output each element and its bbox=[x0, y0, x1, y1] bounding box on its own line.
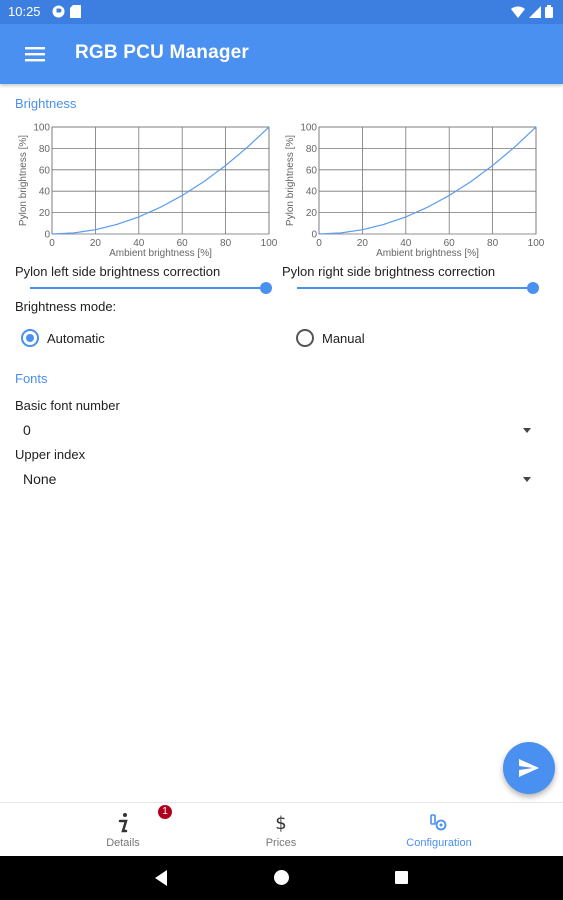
chevron-down-icon bbox=[523, 428, 531, 433]
y-tick-label: 100 bbox=[33, 123, 50, 134]
basic-font-label: Basic font number bbox=[15, 398, 120, 413]
upper-index-label: Upper index bbox=[15, 447, 86, 462]
radio-automatic-label: Automatic bbox=[47, 330, 105, 346]
y-tick-label: 0 bbox=[311, 230, 317, 241]
radio-automatic-circle[interactable] bbox=[21, 329, 39, 347]
app-title: RGB PCU Manager bbox=[75, 42, 250, 63]
right-slider-track bbox=[297, 287, 534, 289]
battery-icon bbox=[545, 5, 553, 18]
home-icon[interactable] bbox=[274, 870, 289, 885]
x-tick-label: 20 bbox=[357, 238, 369, 249]
details-badge: 1 bbox=[158, 805, 172, 819]
info-icon bbox=[118, 813, 128, 833]
right-correction-label: Pylon right side brightness correction bbox=[282, 264, 496, 279]
right-slider-thumb[interactable] bbox=[527, 282, 539, 294]
dollar-icon: $ bbox=[275, 813, 286, 833]
chevron-down-icon bbox=[523, 477, 531, 482]
send-icon bbox=[519, 759, 539, 777]
plot-frame bbox=[318, 126, 537, 235]
signal-icon bbox=[529, 5, 541, 18]
y-tick-label: 20 bbox=[39, 208, 51, 219]
system-navigation-bar bbox=[0, 856, 563, 900]
bottom-navigation: 1 Details $ Prices Configuration bbox=[0, 802, 563, 856]
radio-manual[interactable]: Manual bbox=[296, 327, 365, 349]
y-axis-label: Pylon brightness [%] bbox=[18, 135, 29, 226]
left-slider-track bbox=[30, 287, 267, 289]
x-tick-label: 80 bbox=[220, 238, 232, 249]
left-correction-label: Pylon left side brightness correction bbox=[15, 264, 221, 279]
left-correction-slider[interactable] bbox=[30, 281, 272, 295]
x-tick-label: 0 bbox=[316, 238, 322, 249]
sd-card-icon bbox=[70, 5, 81, 18]
x-axis-label: Ambient brightness [%] bbox=[109, 248, 212, 259]
y-tick-label: 80 bbox=[39, 144, 51, 155]
y-tick-label: 40 bbox=[306, 187, 318, 198]
x-tick-label: 100 bbox=[528, 238, 545, 249]
send-button[interactable] bbox=[503, 742, 555, 794]
x-tick-label: 80 bbox=[487, 238, 499, 249]
app-bar: RGB PCU Manager bbox=[0, 24, 563, 84]
radio-manual-circle[interactable] bbox=[296, 329, 314, 347]
nav-label-configuration: Configuration bbox=[406, 837, 472, 849]
radio-manual-label: Manual bbox=[322, 330, 365, 346]
basic-font-dropdown[interactable]: 0 bbox=[15, 418, 537, 442]
right-brightness-chart: 0 20 40 60 80 100 20 40 60 80 100 0 Ambient brightne… bbox=[282, 120, 552, 262]
right-correction-slider[interactable] bbox=[297, 281, 539, 295]
y-tick-label: 60 bbox=[306, 165, 318, 176]
left-brightness-chart: 0 20 40 60 80 100 20 40 60 80 100 0 Ambient brightne… bbox=[15, 120, 285, 262]
y-tick-label: 100 bbox=[300, 123, 317, 134]
right-chart-svg: 0 20 40 60 80 100204060801000Ambient brightne… bbox=[285, 123, 545, 260]
configuration-icon bbox=[430, 814, 447, 831]
upper-index-value: None bbox=[23, 471, 57, 487]
series-line bbox=[318, 126, 537, 235]
wifi-icon bbox=[511, 5, 525, 18]
fonts-section-title: Fonts bbox=[15, 371, 48, 386]
left-chart-svg: 0 20 40 60 80 100204060801000Ambient brightne… bbox=[18, 123, 278, 260]
x-tick-label: 20 bbox=[90, 238, 102, 249]
y-tick-label: 80 bbox=[306, 144, 318, 155]
series-line bbox=[51, 126, 270, 235]
x-tick-label: 0 bbox=[49, 238, 55, 249]
x-axis-label: Ambient brightness [%] bbox=[376, 248, 479, 259]
menu-icon[interactable] bbox=[24, 43, 46, 65]
upper-index-dropdown[interactable]: None bbox=[15, 467, 537, 491]
status-time: 10:25 bbox=[8, 4, 41, 19]
status-bar: 10:25 bbox=[0, 0, 563, 24]
y-tick-label: 40 bbox=[39, 187, 51, 198]
recents-icon[interactable] bbox=[395, 871, 408, 884]
y-axis-label: Pylon brightness [%] bbox=[285, 135, 296, 226]
x-tick-label: 100 bbox=[261, 238, 278, 249]
back-icon[interactable] bbox=[155, 870, 167, 886]
y-tick-label: 60 bbox=[39, 165, 51, 176]
brightness-mode-label: Brightness mode: bbox=[15, 299, 117, 314]
app-notification-icon bbox=[52, 5, 65, 18]
plot-frame bbox=[51, 126, 270, 235]
brightness-section-title: Brightness bbox=[15, 96, 77, 111]
basic-font-value: 0 bbox=[23, 422, 31, 438]
svg-text:$: $ bbox=[275, 813, 286, 833]
y-tick-label: 20 bbox=[306, 208, 318, 219]
radio-automatic[interactable]: Automatic bbox=[21, 327, 105, 349]
left-slider-thumb[interactable] bbox=[260, 282, 272, 294]
nav-item-configuration[interactable]: Configuration bbox=[345, 803, 533, 857]
y-tick-label: 0 bbox=[44, 230, 50, 241]
